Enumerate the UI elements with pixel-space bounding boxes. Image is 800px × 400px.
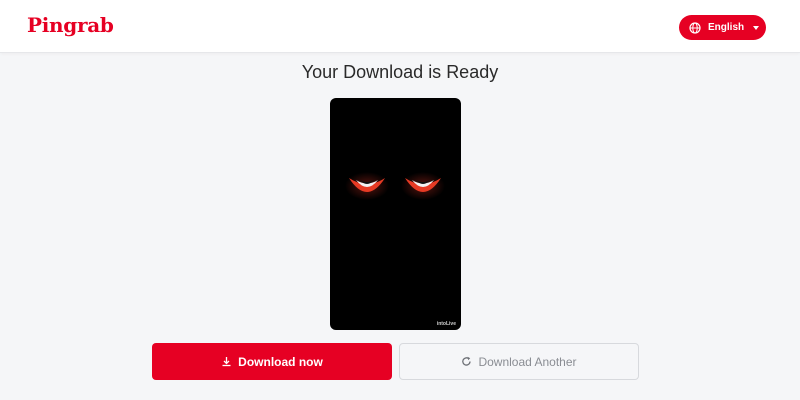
watermark: intoLive bbox=[436, 321, 456, 327]
download-icon bbox=[221, 356, 232, 367]
download-now-label: Download now bbox=[238, 354, 323, 369]
preview-artwork bbox=[345, 172, 445, 200]
site-logo[interactable]: Pingrab bbox=[27, 13, 114, 37]
download-another-label: Download Another bbox=[478, 354, 577, 369]
download-another-button[interactable]: Download Another bbox=[399, 343, 639, 380]
page-title: Your Download is Ready bbox=[301, 62, 499, 82]
language-selector[interactable]: English bbox=[679, 15, 766, 40]
refresh-icon bbox=[461, 356, 472, 367]
caret-down-icon bbox=[753, 25, 760, 30]
language-label: English bbox=[708, 22, 745, 33]
download-now-button[interactable]: Download now bbox=[152, 343, 392, 380]
image-preview: intoLive bbox=[330, 98, 461, 330]
top-header: Pingrab English bbox=[0, 0, 800, 53]
globe-icon bbox=[689, 21, 701, 34]
